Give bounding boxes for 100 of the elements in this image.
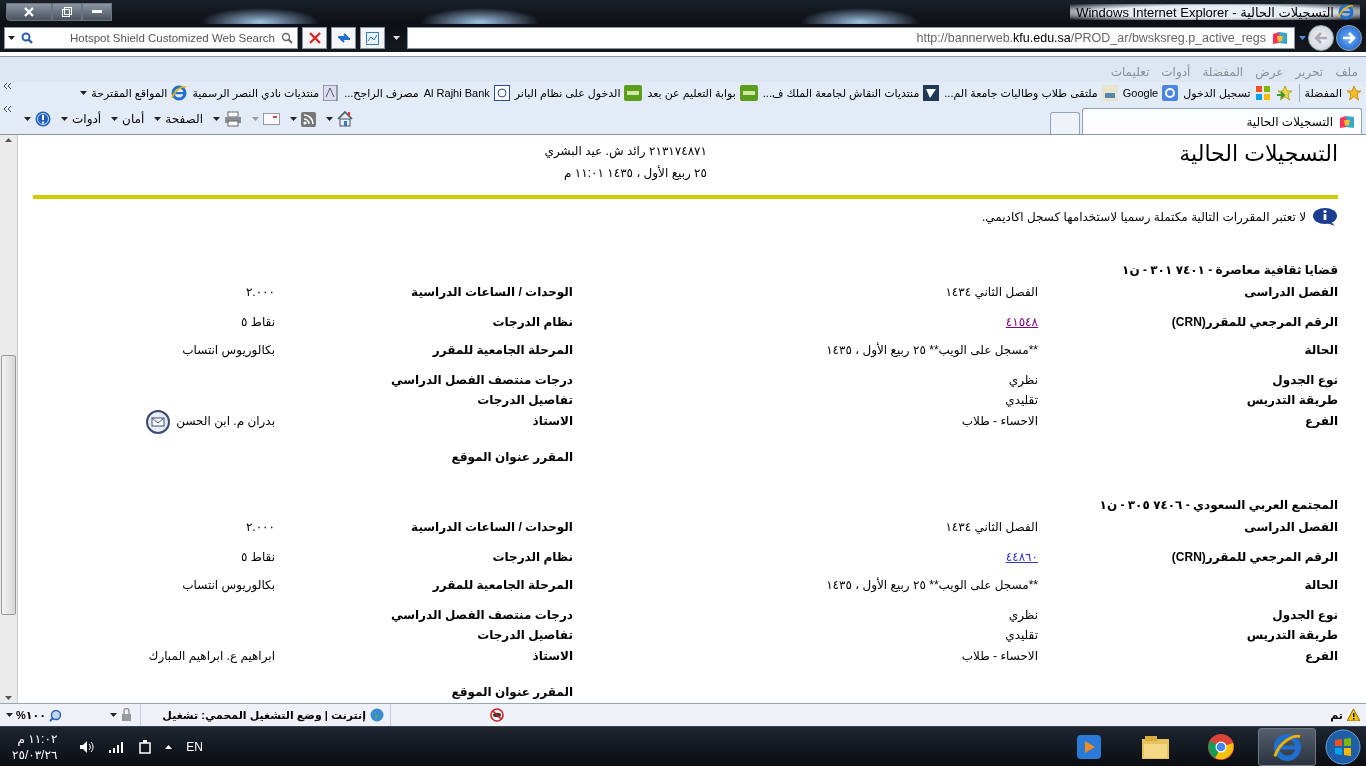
- caret-icon[interactable]: [392, 36, 400, 40]
- caret-icon[interactable]: [290, 117, 297, 121]
- caret-icon[interactable]: [213, 117, 220, 121]
- ie-logo-icon: [171, 85, 188, 101]
- field-value: **مسجل على الويب** ٢٥ ربيع الأول ، ١٤٣٥: [826, 578, 1038, 592]
- security-button[interactable]: [110, 708, 134, 722]
- zoom-button[interactable]: ١٠٠%: [6, 708, 62, 722]
- scrollbar[interactable]: [0, 135, 18, 703]
- restore-button[interactable]: [52, 3, 82, 21]
- page-icon: [1339, 114, 1355, 129]
- field-value: ٢.٠٠٠: [245, 520, 275, 534]
- add-favorite-icon[interactable]: [1275, 85, 1294, 101]
- field-label: المرحلة الجامعية للمقرر: [431, 343, 573, 359]
- favorite-link[interactable]: منتديات نادي النصر الرسمية: [192, 85, 340, 101]
- feed-icon: [301, 111, 316, 127]
- stop-button[interactable]: [302, 27, 327, 49]
- search-field[interactable]: Hotspot Shield Customized Web Search: [39, 32, 275, 44]
- field-label: الوحدات / الساعات الدراسية: [410, 520, 573, 537]
- mail-button[interactable]: [252, 113, 280, 125]
- compatibility-button[interactable]: [360, 27, 385, 49]
- field-label: تفاصيل الدرجات: [476, 393, 573, 409]
- favorites-button[interactable]: المفضلة: [1304, 85, 1362, 101]
- field-label: نظام الدرجات: [491, 315, 573, 332]
- caret-icon[interactable]: [80, 91, 88, 95]
- crn-link[interactable]: ٤١٥٤٨: [1005, 315, 1038, 329]
- field-label: الفرع: [1304, 649, 1338, 665]
- favorite-link[interactable]: Al Rajhi Bank: [423, 85, 510, 101]
- favorite-link[interactable]: بوابة التعليم عن بعد: [647, 85, 758, 101]
- field-value: بدران م. ابن الحسن: [176, 414, 275, 428]
- favorite-link[interactable]: المواقع المقترحة: [80, 85, 188, 101]
- caret-icon[interactable]: [110, 713, 117, 717]
- clock[interactable]: ١١:٠٢ م ٢٥/٠٣/٢٦: [4, 730, 66, 763]
- caret-icon[interactable]: [6, 713, 13, 717]
- instructor-name: ابراهيم ع. ابراهيم المبارك: [148, 649, 275, 663]
- zoom-icon: [48, 708, 62, 722]
- favorite-link[interactable]: منتديات النقاش لجامعة الملك ف...: [762, 85, 940, 101]
- caret-icon[interactable]: [61, 117, 68, 121]
- privacy-icon[interactable]: [490, 708, 504, 722]
- field-value: الاحساء - طلاب: [961, 414, 1038, 428]
- field-value: **مسجل على الويب** ٢٥ ربيع الأول ، ١٤٣٥: [826, 343, 1038, 357]
- volume-icon[interactable]: [79, 739, 96, 754]
- favorite-link[interactable]: ملتقى طلاب وطالبات جامعة الم...: [944, 85, 1118, 101]
- chevron-icon[interactable]: [3, 83, 12, 89]
- window-title: التسجيلات الحالية - Windows Internet Explorer: [1076, 4, 1334, 20]
- feeds-button[interactable]: [290, 111, 316, 127]
- favorite-link[interactable]: تسجيل الدخول: [1183, 85, 1271, 101]
- close-icon: [24, 7, 34, 17]
- search-bar[interactable]: Hotspot Shield Customized Web Search: [4, 27, 298, 49]
- favorite-link[interactable]: Google: [1122, 85, 1179, 101]
- caret-icon[interactable]: [111, 117, 119, 121]
- media-player-icon: [1075, 732, 1103, 761]
- search-icon[interactable]: [281, 32, 293, 44]
- print-button[interactable]: [213, 111, 242, 127]
- field-value: الفصل الثاني ١٤٣٤: [945, 285, 1038, 299]
- close-button[interactable]: [6, 3, 52, 21]
- help-icon: [35, 111, 51, 127]
- field-label: طريقة التدريس: [1245, 393, 1338, 409]
- ie-logo-icon: [1338, 4, 1354, 20]
- taskbar-button[interactable]: [1258, 727, 1316, 766]
- caret-icon[interactable]: [8, 36, 15, 40]
- course-heading: قضايا ثقافية معاصرة - ٧٤٠١ ٣٠١ - ن١: [1121, 263, 1338, 277]
- refresh-button[interactable]: [331, 27, 356, 49]
- field-label: نظام الدرجات: [491, 550, 573, 567]
- page-icon: [1272, 31, 1288, 45]
- language-indicator[interactable]: EN: [186, 739, 203, 754]
- field-value: الفصل الثاني ١٤٣٤: [945, 520, 1038, 534]
- google-icon: [1162, 85, 1179, 101]
- back-button[interactable]: [1308, 25, 1334, 51]
- notice-text: لا تعتبر المقررات التالية مكتملة رسميا لاستخدامها كسجل اكاديمي.: [981, 210, 1306, 224]
- field-value: نقاط ٥: [241, 550, 275, 564]
- favorite-link[interactable]: الدخول على نظام البانر: [514, 85, 643, 101]
- minimize-button[interactable]: [82, 3, 112, 21]
- scrollbar-thumb[interactable]: [1, 355, 16, 615]
- toolbar-menu[interactable]: أمان: [111, 112, 145, 126]
- refresh-icon: [336, 32, 351, 44]
- signal-icon[interactable]: [109, 740, 126, 753]
- printer-icon: [224, 111, 242, 127]
- scroll-up-icon[interactable]: [5, 138, 12, 142]
- restore-icon: [62, 7, 72, 17]
- scroll-down-icon[interactable]: [5, 696, 12, 700]
- caret-icon[interactable]: [24, 117, 31, 121]
- address-field[interactable]: http://bannerweb.kfu.edu.sa/PROD_ar/bwsksreg.p_active_regs: [407, 27, 1295, 49]
- caret-up-icon[interactable]: [165, 744, 173, 749]
- mail-icon: [263, 113, 280, 125]
- home-button[interactable]: [326, 111, 353, 127]
- forward-button[interactable]: [1336, 25, 1362, 51]
- caret-icon[interactable]: [326, 117, 333, 121]
- help-button[interactable]: [24, 111, 51, 127]
- crn-link[interactable]: ٤٤٨٦٠: [1005, 550, 1038, 564]
- url-text: http://bannerweb.kfu.edu.sa/PROD_ar/bwsksreg.p_active_regs: [916, 31, 1266, 45]
- toolbar-menu[interactable]: أدوات: [61, 112, 102, 126]
- field-label: الفرع: [1304, 414, 1338, 430]
- favorite-link[interactable]: مصرف الراجح...: [344, 86, 419, 100]
- browser-tab[interactable]: التسجيلات الحالية: [1082, 108, 1362, 134]
- chevron-icon[interactable]: [3, 106, 12, 112]
- globe-icon: [370, 708, 384, 722]
- caret-icon[interactable]: [154, 117, 162, 121]
- email-icon[interactable]: [146, 410, 171, 434]
- start-button-icon[interactable]: [1324, 727, 1362, 766]
- toolbar-menu[interactable]: الصفحة: [154, 112, 203, 126]
